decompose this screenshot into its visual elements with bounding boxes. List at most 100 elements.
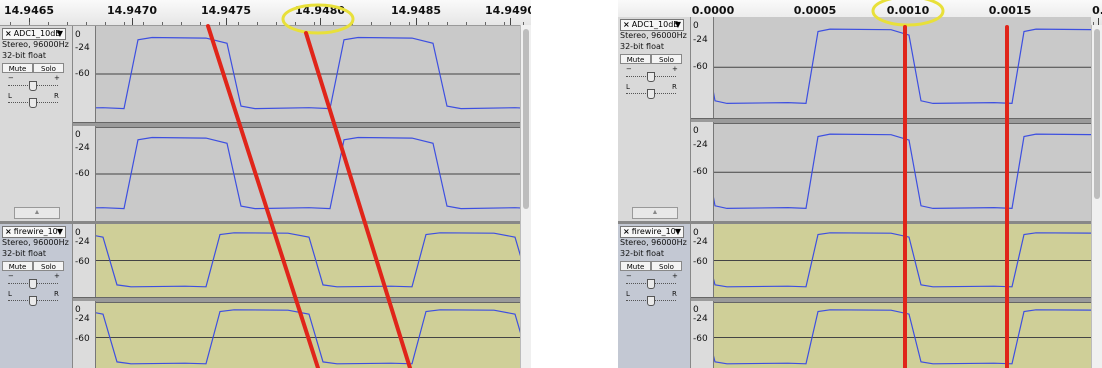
mute-solo-group: Mute Solo [2,261,64,271]
pan-slider[interactable] [29,296,37,306]
waveform-channel[interactable] [0,301,531,368]
ruler-minor-tick [333,22,334,25]
ruler-tick-label: 0.0015 [988,4,1032,17]
close-track-icon[interactable]: × [621,20,632,29]
track-name-menu[interactable]: × firewire_10 ▼ [2,226,66,238]
ruler-minor-tick [257,22,258,25]
audio-track[interactable]: × ADC1_10dB ▼ Stereo, 96000Hz 32-bit float Mu… [0,26,531,222]
track-control-panel[interactable]: × firewire_10 ▼ Stereo, 96000Hz 32-bit float… [618,224,691,368]
waveform-channel[interactable] [0,224,531,297]
collapse-track-button[interactable]: ▲ [632,207,678,219]
vertical-scrollbar[interactable] [520,25,531,368]
track-name-menu[interactable]: × ADC1_10dB ▼ [2,28,66,40]
dropdown-arrow-icon[interactable]: ▼ [675,20,681,30]
dropdown-arrow-icon[interactable]: ▼ [675,227,681,237]
mute-button[interactable]: Mute [2,261,33,271]
ruler-tick-mark [510,18,511,25]
mute-solo-group: Mute Solo [620,261,682,271]
waveform-svg [618,309,1102,365]
ruler-tick-label: 14.9465 [3,4,55,17]
pan-slider[interactable] [647,89,655,99]
gain-slider[interactable] [647,72,655,82]
ruler-minor-tick [428,22,429,25]
waveform-channel[interactable] [618,17,1102,118]
track-format-info: Stereo, 96000Hz [2,40,69,49]
mute-solo-group: Mute Solo [620,54,682,64]
db-scale-label: -24 [75,143,90,154]
mute-button[interactable]: Mute [620,54,651,64]
gain-plus-label: + [672,65,678,73]
ruler-minor-tick [409,22,410,25]
pan-left-label: L [8,290,12,298]
pan-slider[interactable] [29,98,37,108]
dropdown-arrow-icon[interactable]: ▼ [57,227,63,237]
db-scale-label: -24 [75,43,90,54]
mute-button[interactable]: Mute [2,63,33,73]
waveform-channel[interactable] [0,126,531,222]
waveform-trace [0,136,531,210]
mute-button[interactable]: Mute [620,261,651,271]
waveform-channel[interactable] [618,122,1102,223]
track-control-panel[interactable]: × ADC1_10dB ▼ Stereo, 96000Hz 32-bit float Mu… [618,17,691,222]
db-scale-label: -24 [693,314,708,325]
ruler-minor-tick [124,22,125,25]
db-scale-label: -24 [75,237,90,248]
db-scale: 0 -24 -60 [691,301,714,368]
solo-button[interactable]: Solo [33,63,64,73]
db-scale-label: -24 [693,35,708,46]
track-name: firewire_10 [631,227,676,236]
vertical-scrollbar[interactable] [1091,25,1102,368]
gain-slider[interactable] [29,279,37,289]
track-control-panel[interactable]: × firewire_10 ▼ Stereo, 96000Hz 32-bit float… [0,224,73,368]
pan-right-label: R [672,290,677,298]
db-scale-label: 0 [75,30,81,40]
waveform-trace [0,232,531,288]
ruler-tick-label: 0.0000 [691,4,735,17]
db-scale-label: -60 [75,69,90,80]
ruler-tick-mark [226,18,227,25]
pan-left-label: L [8,92,12,100]
gain-slider[interactable] [647,279,655,289]
pan-slider[interactable] [647,296,655,306]
track-name-menu[interactable]: × ADC1_10dB ▼ [620,19,684,31]
ruler-minor-tick [352,22,353,25]
waveform-channel[interactable] [618,301,1102,368]
ruler-tick-mark [132,18,133,25]
db-scale-label: -24 [693,139,708,150]
collapse-track-button[interactable]: ▲ [14,207,60,219]
ruler-tick-label: 14.9470 [106,4,158,17]
close-track-icon[interactable]: × [3,29,14,38]
close-track-icon[interactable]: × [621,227,632,236]
track-control-panel[interactable]: × ADC1_10dB ▼ Stereo, 96000Hz 32-bit float Mu… [0,26,73,222]
waveform-svg [0,232,531,288]
scrollbar-thumb[interactable] [1094,29,1100,199]
scrollbar-thumb[interactable] [523,29,529,209]
gain-minus-label: − [626,272,632,280]
ruler-minor-tick [181,22,182,25]
gain-plus-label: + [54,272,60,280]
close-track-icon[interactable]: × [3,227,14,236]
solo-button[interactable]: Solo [651,54,682,64]
track-separator [618,221,1091,224]
gain-minus-label: − [626,65,632,73]
solo-button[interactable]: Solo [651,261,682,271]
audio-track[interactable]: × ADC1_10dB ▼ Stereo, 96000Hz 32-bit float Mu… [618,17,1102,223]
track-separator [0,221,520,224]
db-scale-label: -60 [693,62,708,73]
audio-track[interactable]: × firewire_10 ▼ Stereo, 96000Hz 32-bit float… [618,224,1102,368]
dropdown-arrow-icon[interactable]: ▼ [57,29,63,39]
gain-slider[interactable] [29,81,37,91]
solo-button[interactable]: Solo [33,261,64,271]
ruler-tick-label: 14.9480 [294,4,346,17]
waveform-channel[interactable] [0,26,531,122]
waveform-channel[interactable] [618,224,1102,297]
track-format-info: Stereo, 96000Hz [620,238,687,247]
gain-plus-label: + [54,74,60,82]
track-name-menu[interactable]: × firewire_10 ▼ [620,226,684,238]
ruler-tick-label: 0. [1092,4,1102,17]
audio-track[interactable]: × firewire_10 ▼ Stereo, 96000Hz 32-bit float… [0,224,531,368]
time-ruler[interactable]: 14.9465 14.9470 14.9475 14.9480 14.9485 14.94… [0,0,531,26]
ruler-tick-label: 14.9485 [390,4,442,17]
ruler-minor-tick [466,22,467,25]
waveform-svg [0,36,531,110]
